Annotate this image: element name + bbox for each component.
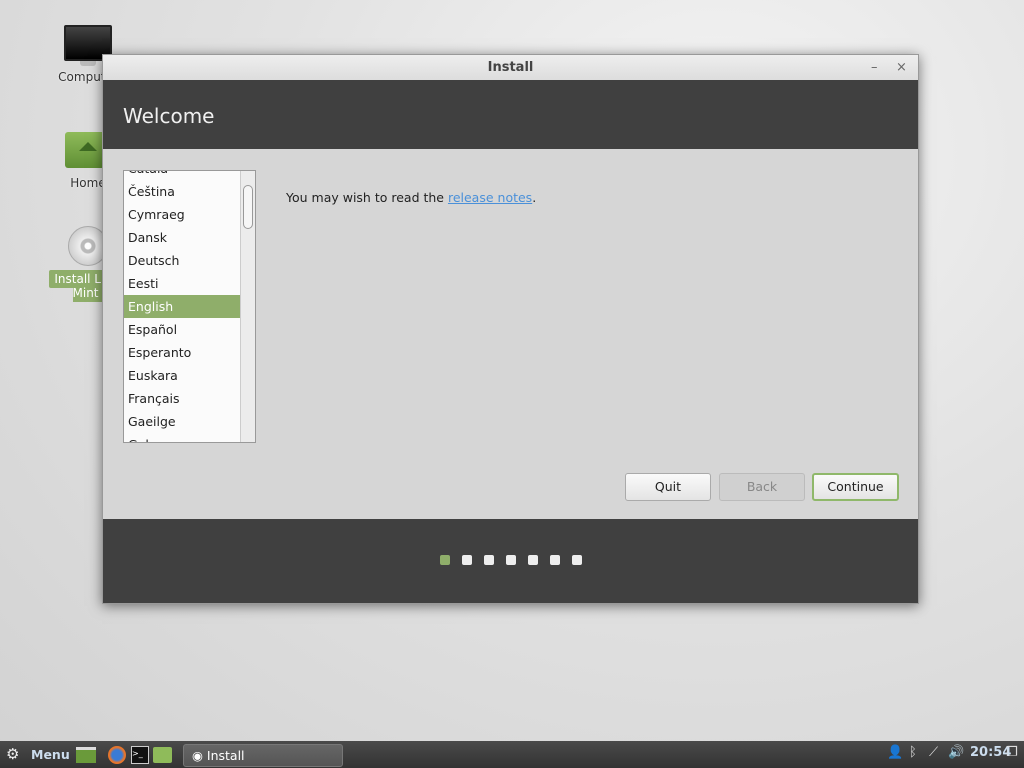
language-item[interactable]: English — [124, 295, 241, 318]
continue-button[interactable]: Continue — [812, 473, 899, 501]
language-item[interactable]: Dansk — [124, 226, 241, 249]
language-item[interactable]: Galego — [124, 433, 241, 442]
quit-button[interactable]: Quit — [625, 473, 711, 501]
taskbar: ⚙ Menu >_ ◉ Install 👤 ᛒ ⟋ 🔊 20:54 ❐ — [0, 741, 1024, 768]
language-item[interactable]: Esperanto — [124, 341, 241, 364]
network-icon[interactable]: ⟋ — [929, 745, 938, 760]
step-dot — [528, 555, 538, 565]
minimize-button[interactable]: – — [871, 55, 878, 81]
language-item[interactable]: Eesti — [124, 272, 241, 295]
step-dot — [506, 555, 516, 565]
step-indicator — [440, 555, 582, 565]
files-icon[interactable] — [153, 747, 172, 763]
step-dot — [550, 555, 560, 565]
menu-gear-icon[interactable]: ⚙ — [6, 744, 19, 764]
step-dot — [440, 555, 450, 565]
disc-icon: ◉ — [192, 748, 207, 763]
back-button[interactable]: Back — [719, 473, 805, 501]
message-suffix: . — [532, 190, 537, 205]
language-item[interactable]: Deutsch — [124, 249, 241, 272]
menu-button[interactable]: Menu — [31, 745, 70, 765]
title-bar[interactable]: Install – × — [103, 55, 918, 80]
page-title: Welcome — [103, 80, 918, 149]
taskbar-item-install[interactable]: ◉ Install — [183, 744, 343, 767]
scrollbar-thumb[interactable] — [243, 185, 253, 229]
user-icon[interactable]: 👤 — [887, 745, 903, 760]
close-button[interactable]: × — [896, 55, 907, 81]
progress-footer — [103, 519, 918, 603]
workspace-switcher-icon[interactable]: ❐ — [1006, 745, 1018, 760]
step-dot — [462, 555, 472, 565]
language-item[interactable]: Cymraeg — [124, 203, 241, 226]
language-item[interactable]: Gaeilge — [124, 410, 241, 433]
release-notes-message: You may wish to read the release notes. — [286, 190, 536, 205]
step-dot — [572, 555, 582, 565]
firefox-icon[interactable] — [108, 746, 126, 764]
message-text: You may wish to read the — [286, 190, 448, 205]
volume-icon[interactable]: 🔊 — [948, 745, 964, 760]
language-list[interactable]: CatalàČeštinaCymraegDanskDeutschEestiEng… — [123, 170, 256, 443]
bluetooth-icon[interactable]: ᛒ — [909, 745, 917, 760]
language-item[interactable]: Español — [124, 318, 241, 341]
release-notes-link[interactable]: release notes — [448, 190, 532, 205]
task-label: Install — [206, 748, 245, 763]
window-title: Install — [487, 60, 534, 75]
show-desktop-icon[interactable] — [76, 747, 96, 763]
terminal-icon[interactable]: >_ — [131, 746, 149, 764]
language-item[interactable]: Català — [124, 171, 241, 180]
language-item[interactable]: Français — [124, 387, 241, 410]
step-dot — [484, 555, 494, 565]
language-item[interactable]: Euskara — [124, 364, 241, 387]
install-window: Install – × Welcome CatalàČeštinaCymraeg… — [102, 54, 919, 604]
scrollbar[interactable] — [240, 171, 255, 442]
language-item[interactable]: Čeština — [124, 180, 241, 203]
